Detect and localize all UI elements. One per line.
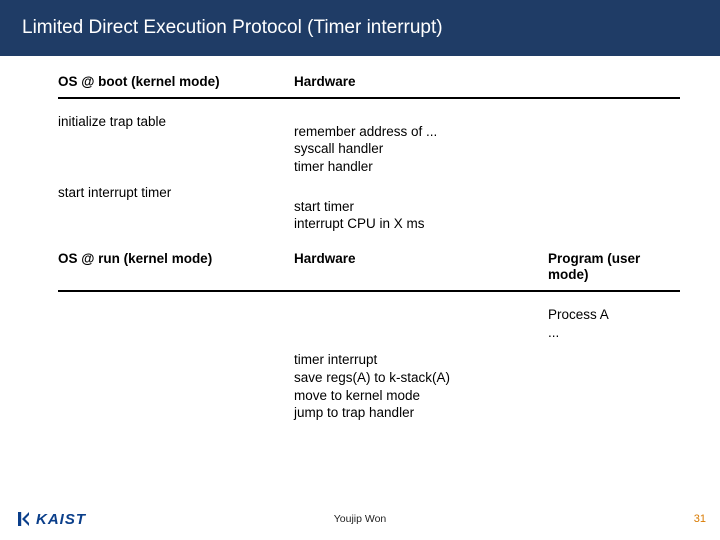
slide-content: OS @ boot (kernel mode) Hardware initial… <box>0 56 720 426</box>
page-number: 31 <box>694 513 706 525</box>
section1-os-header: OS @ boot (kernel mode) <box>58 74 294 97</box>
section2-prog-cell1: Process A ... <box>548 302 680 345</box>
section2-prog-header: Program (user mode) <box>548 251 680 291</box>
section1-rule <box>58 97 680 99</box>
section2-hw-header: Hardware <box>294 251 548 291</box>
section2-header-row: OS @ run (kernel mode) Hardware Program … <box>58 251 680 291</box>
section2-row2: timer interrupt save regs(A) to k-stack(… <box>58 345 680 425</box>
author-name: Youjip Won <box>334 513 387 525</box>
section2-os-header: OS @ run (kernel mode) <box>58 251 294 291</box>
section2-hw-cell1: timer interrupt save regs(A) to k-stack(… <box>294 345 548 425</box>
section1-os-cell1: initialize trap table <box>58 109 294 180</box>
section1-hw-cell1: remember address of ... syscall handler … <box>294 109 548 180</box>
section2-row1: Process A ... <box>58 302 680 345</box>
title-band: Limited Direct Execution Protocol (Timer… <box>0 0 720 56</box>
section1-hw-cell2: start timer interrupt CPU in X ms <box>294 180 548 237</box>
section1-header-row: OS @ boot (kernel mode) Hardware <box>58 74 680 97</box>
section1-row1: initialize trap table remember address o… <box>58 109 680 180</box>
section1-hw-header: Hardware <box>294 74 548 97</box>
footer: KAIST Youjip Won 31 <box>0 502 720 540</box>
section1-row2: start interrupt timer start timer interr… <box>58 180 680 237</box>
kaist-logo-icon <box>14 510 32 528</box>
section1-os-cell2: start interrupt timer <box>58 180 294 237</box>
slide-title: Limited Direct Execution Protocol (Timer… <box>22 17 443 39</box>
section2-rule <box>58 290 680 292</box>
kaist-logo-text: KAIST <box>36 511 86 528</box>
kaist-logo: KAIST <box>14 510 86 528</box>
